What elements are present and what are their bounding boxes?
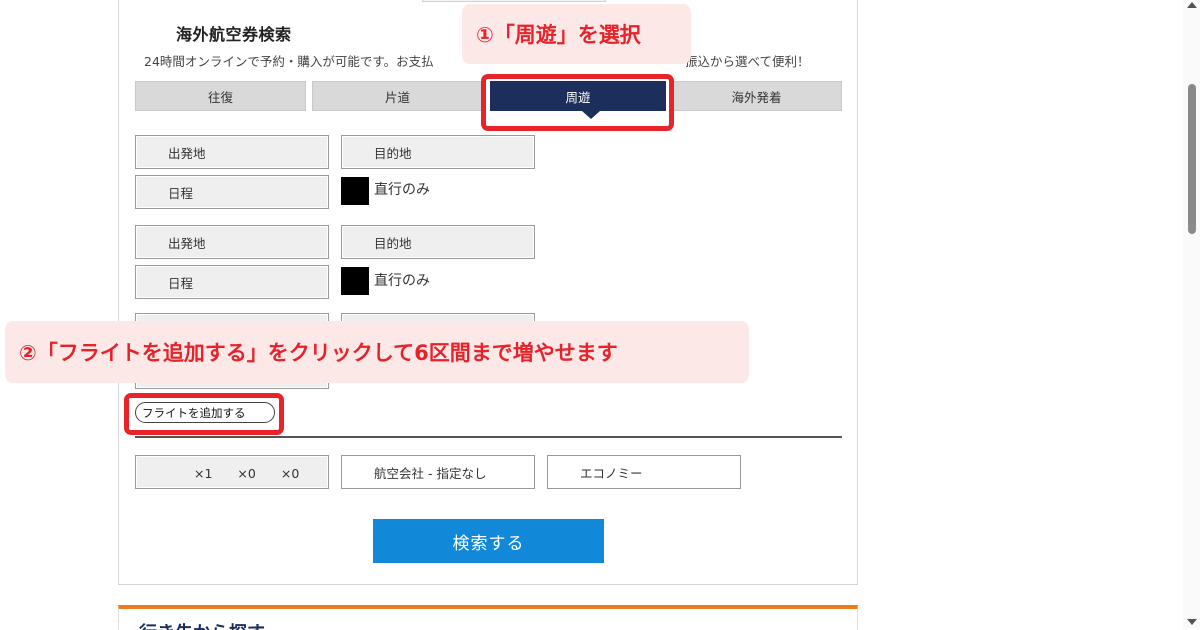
callout-step1: ①「周遊」を選択 bbox=[462, 4, 691, 64]
card-title: 海外航空券検索 bbox=[176, 25, 292, 44]
tab-one-way[interactable]: 片道 bbox=[312, 81, 483, 111]
leg2-destination-field[interactable]: 目的地 bbox=[341, 225, 535, 259]
card-subtitle-right-wrap: 振込から選べて便利！ bbox=[685, 51, 810, 70]
leg2-date-field[interactable]: 日程 bbox=[135, 265, 329, 299]
callout-step2: ②「フライトを追加する」をクリックして6区間まで増やせます bbox=[5, 321, 749, 383]
highlight-multi-city-tab bbox=[481, 74, 674, 131]
section-title: 行き先から探す bbox=[139, 619, 265, 630]
page-scrollbar[interactable] bbox=[1183, 0, 1200, 630]
card-subtitle: 24時間オンラインで予約・購入が可能です。お支払 bbox=[144, 51, 434, 70]
leg2-direct-checkbox[interactable] bbox=[341, 267, 369, 295]
leg1-direct-label: 直行のみ bbox=[374, 182, 430, 198]
leg1-destination-field[interactable]: 目的地 bbox=[341, 135, 535, 169]
scroll-thumb[interactable] bbox=[1188, 84, 1196, 234]
passengers-field[interactable]: ×1 ×0 ×0 bbox=[135, 455, 329, 489]
leg1-date-field[interactable]: 日程 bbox=[135, 175, 329, 209]
section-divider bbox=[135, 436, 842, 438]
highlight-add-flight-button bbox=[124, 393, 284, 435]
leg2-destination-label: 目的地 bbox=[374, 235, 412, 251]
leg2-direct-label: 直行のみ bbox=[374, 273, 430, 289]
leg2-origin-label: 出発地 bbox=[168, 235, 206, 251]
tab-overseas-departure[interactable]: 海外発着 bbox=[671, 81, 842, 111]
tab-round-trip[interactable]: 往復 bbox=[135, 81, 306, 111]
search-button[interactable]: 検索する bbox=[373, 519, 604, 563]
airline-select[interactable]: 航空会社 - 指定なし bbox=[341, 455, 535, 489]
page: 海外航空券検索 24時間オンラインで予約・購入が可能です。お支払 振込から選べて… bbox=[0, 0, 1200, 630]
leg2-date-label: 日程 bbox=[168, 275, 194, 291]
leg1-destination-label: 目的地 bbox=[374, 145, 412, 161]
destination-search-section: 行き先から探す bbox=[118, 605, 858, 630]
tab-stub bbox=[422, 0, 606, 2]
cabin-class-select[interactable]: エコノミー bbox=[547, 455, 741, 489]
leg1-direct-checkbox[interactable] bbox=[341, 177, 369, 205]
leg1-origin-label: 出発地 bbox=[168, 145, 206, 161]
leg1-date-label: 日程 bbox=[168, 185, 194, 201]
card-subtitle-left: 24時間オンラインで予約・購入が可能です。お支払 bbox=[144, 54, 434, 69]
card-subtitle-right: 振込から選べて便利！ bbox=[685, 54, 810, 69]
scroll-down-icon[interactable] bbox=[1187, 619, 1197, 625]
scroll-up-icon[interactable] bbox=[1187, 2, 1197, 8]
leg1-origin-field[interactable]: 出発地 bbox=[135, 135, 329, 169]
leg2-origin-field[interactable]: 出発地 bbox=[135, 225, 329, 259]
